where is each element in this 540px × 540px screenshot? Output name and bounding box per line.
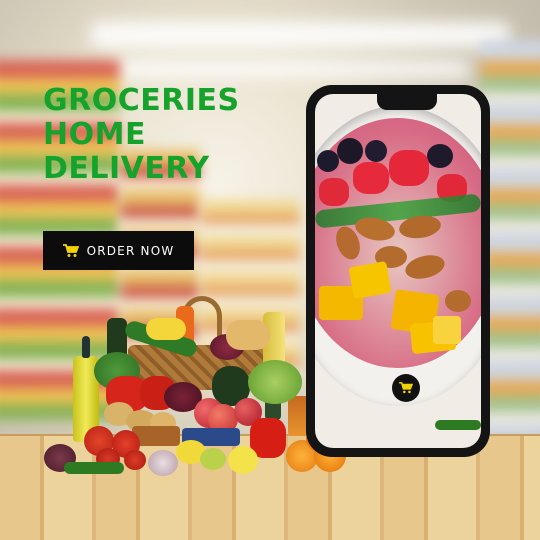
promo-banner: GROCERIES HOME DELIVERY ORDER NOW — [0, 0, 540, 540]
garlic — [148, 450, 178, 476]
mango-cube — [433, 316, 461, 344]
shopping-cart-icon — [62, 243, 79, 257]
phone-cart-button[interactable] — [392, 374, 420, 402]
ceiling-light — [90, 22, 510, 48]
blackberry — [317, 150, 339, 172]
herbs — [64, 462, 124, 474]
blackberry — [365, 140, 387, 162]
mango-cube — [348, 260, 392, 300]
phone-screen — [315, 94, 481, 448]
order-now-button[interactable]: ORDER NOW — [43, 231, 194, 270]
order-now-label: ORDER NOW — [86, 243, 175, 258]
phone-mockup — [306, 85, 490, 457]
raspberry — [319, 178, 349, 206]
headline-line: HOME — [43, 117, 146, 152]
headline-line: GROCERIES — [43, 83, 240, 118]
shopping-cart-icon — [399, 382, 413, 394]
blackberry — [337, 138, 363, 164]
headline-line: DELIVERY — [43, 151, 210, 186]
raspberry — [389, 150, 429, 186]
blackberry — [427, 144, 453, 168]
bottle-cap — [82, 336, 90, 358]
bread — [226, 320, 270, 350]
raspberry — [353, 162, 389, 194]
ceiling-light — [110, 60, 470, 78]
headline: GROCERIES HOME DELIVERY — [43, 84, 240, 186]
tomato — [124, 450, 146, 470]
banana — [146, 318, 186, 340]
phone-notch — [377, 94, 437, 110]
lime — [200, 448, 226, 470]
herb-sprig — [435, 420, 481, 430]
lemon — [228, 446, 258, 474]
almond — [445, 290, 471, 312]
cabbage — [248, 360, 302, 404]
